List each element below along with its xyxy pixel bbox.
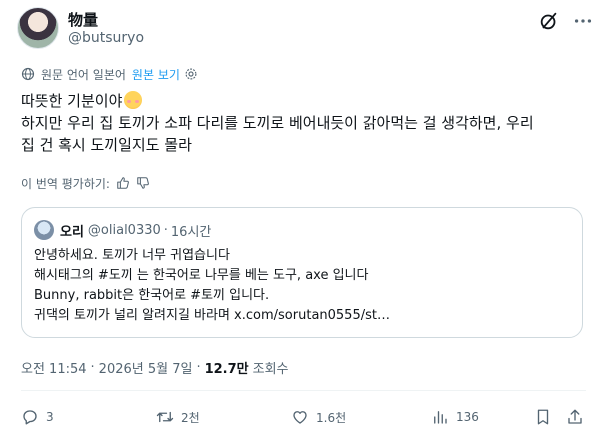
retweet-button[interactable]: 2천 (156, 405, 200, 429)
quoted-display-name[interactable]: 오리 (60, 221, 84, 240)
smiling-face-emoji-icon (124, 91, 143, 109)
quoted-header: 오리 @olial0330 · 16시간 (60, 221, 211, 240)
show-original-link[interactable]: 원본 보기 (132, 66, 180, 83)
reply-count: 3 (46, 410, 54, 424)
rate-translation: 이 번역 평가하기: (21, 174, 150, 192)
quoted-text: 안녕하세요. 토끼가 너무 귀엽습니다 해시태그의 #도끼 는 한국어로 나무를… (34, 246, 574, 326)
post-meta: 오전 11:54 · 2026년 5월 7일 · 12.7만 조회수 (21, 358, 289, 377)
quoted-separator: · (163, 223, 168, 238)
reply-icon (23, 410, 37, 425)
avatar[interactable] (17, 7, 59, 49)
rate-translation-label: 이 번역 평가하기: (21, 176, 110, 191)
author-handle[interactable]: @butsuryo (68, 30, 144, 46)
meta-separator: · (196, 360, 201, 375)
quoted-line: Bunny, rabbit은 한국어로 #토끼 입니다. (34, 288, 270, 303)
quoted-line: 귀댁의 토끼가 널리 알려지길 바라며 x.com/sorutan0555/st… (34, 308, 390, 323)
quoted-time[interactable]: 16시간 (171, 221, 211, 240)
like-count: 1.6천 (316, 410, 347, 425)
views-button[interactable]: 136 (431, 405, 479, 429)
quoted-handle[interactable]: @olial0330 (88, 223, 161, 238)
retweet-icon (156, 411, 174, 423)
like-button[interactable]: 1.6천 (291, 405, 346, 429)
views-action-count: 136 (456, 410, 479, 424)
post-time[interactable]: 오전 11:54 (21, 358, 87, 377)
thumbs-up-icon[interactable] (116, 176, 130, 190)
action-bar: 3 2천 1.6천 136 (21, 405, 586, 429)
gear-icon[interactable] (184, 67, 198, 81)
tweet-text: 따뜻한 기분이야 하지만 우리 집 토끼가 소파 다리를 도끼로 베어내듯이 갉… (21, 90, 591, 156)
tweet-line-3: 집 건 혹시 도끼일지도 몰라 (21, 136, 192, 154)
tweet-line-1: 따뜻한 기분이야 (21, 92, 123, 110)
quoted-post[interactable]: 오리 @olial0330 · 16시간 안녕하세요. 토끼가 너무 귀엽습니다… (21, 207, 583, 338)
tweet-line-2: 하지만 우리 집 토끼가 소파 다리를 도끼로 베어내듯이 갉아먹는 걸 생각하… (21, 114, 534, 132)
share-button[interactable] (566, 405, 584, 429)
bookmark-icon (537, 409, 549, 425)
quoted-line: 안녕하세요. 토끼가 너무 귀엽습니다 (34, 248, 230, 263)
bookmark-button[interactable] (534, 405, 552, 429)
share-icon (568, 409, 582, 424)
translation-source-note: 원문 언어 일본어 (41, 67, 126, 82)
meta-separator: · (90, 360, 95, 375)
divider (21, 390, 586, 391)
grok-icon[interactable] (538, 10, 560, 32)
views-count: 12.7만 (204, 362, 249, 377)
post: 物量 @butsuryo 원문 언어 일본어 원본 보기 따뜻한 기분이야 하지… (0, 0, 607, 440)
quoted-avatar[interactable] (34, 220, 54, 240)
reply-button[interactable]: 3 (21, 405, 54, 429)
post-date[interactable]: 2026년 5월 7일 (99, 358, 193, 377)
author-display-name[interactable]: 物量 (68, 9, 98, 30)
quoted-line: 해시태그의 #도끼 는 한국어로 나무를 베는 도구, axe 입니다 (34, 268, 369, 283)
globe-icon (21, 67, 35, 81)
views-label: 조회수 (252, 362, 289, 377)
more-icon[interactable] (572, 10, 594, 32)
like-icon (293, 411, 307, 424)
translation-bar: 원문 언어 일본어 원본 보기 (21, 65, 198, 83)
thumbs-down-icon[interactable] (136, 176, 150, 190)
retweet-count: 2천 (181, 410, 200, 425)
views-icon (434, 411, 447, 424)
